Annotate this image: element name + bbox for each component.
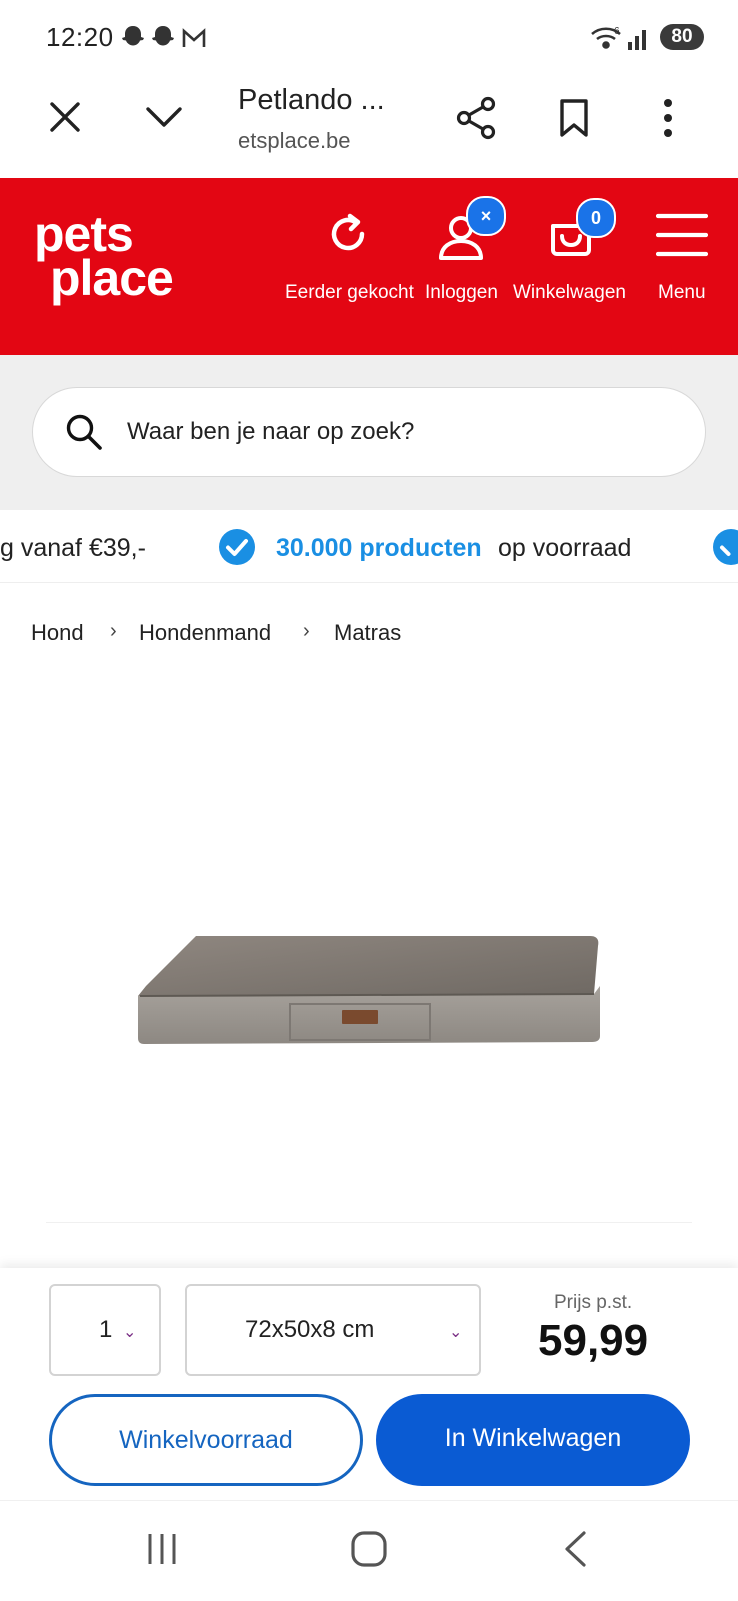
- home-icon[interactable]: [350, 1530, 388, 1568]
- hamburger-icon: [656, 213, 708, 257]
- menu-label: Menu: [658, 282, 706, 303]
- snapchat-ghost-icon: [122, 26, 144, 46]
- chevron-down-icon: ⌄: [123, 1324, 137, 1341]
- usp-free-shipping-text: g vanaf €39,-: [0, 534, 146, 562]
- breadcrumb-separator: ›: [303, 620, 310, 642]
- back-icon[interactable]: [562, 1530, 588, 1568]
- more-vert-icon[interactable]: [662, 98, 674, 138]
- pets-place-logo[interactable]: pets place: [34, 209, 174, 306]
- login-badge: ×: [466, 196, 506, 236]
- connectivity-icons: 6: [591, 26, 646, 50]
- search-bar[interactable]: [32, 387, 706, 477]
- battery-indicator: 80: [660, 24, 704, 50]
- size-value: 72x50x8 cm: [245, 1316, 375, 1343]
- shopping-cart-label: Winkelwagen: [513, 282, 626, 303]
- bookmark-icon[interactable]: [558, 98, 590, 138]
- usp-in-stock-text: op voorraad: [498, 534, 632, 562]
- previously-bought-label: Eerder gekocht: [285, 282, 414, 303]
- check-icon: [713, 529, 738, 565]
- search-icon[interactable]: [65, 413, 103, 451]
- search-input[interactable]: [125, 410, 669, 454]
- page-title[interactable]: Petlando ...: [238, 84, 385, 117]
- check-icon: [219, 529, 255, 565]
- image-divider: [46, 1222, 692, 1223]
- logo-line-place: place: [50, 250, 174, 306]
- snapchat-ghost-icon: [152, 26, 174, 46]
- price-value: 59,99: [538, 1316, 649, 1365]
- quantity-value: 1: [99, 1316, 113, 1343]
- store-stock-button[interactable]: Winkelvoorraad: [49, 1394, 363, 1486]
- chevron-down-icon[interactable]: [144, 104, 184, 130]
- size-select[interactable]: 72x50x8 cm ⌄: [185, 1284, 481, 1376]
- svg-text:6: 6: [614, 26, 620, 37]
- page-url[interactable]: etsplace.be: [238, 128, 351, 154]
- quantity-select[interactable]: 1 ⌄: [49, 1284, 161, 1376]
- gmail-icon: [182, 28, 206, 47]
- price-label: Prijs p.st.: [554, 1292, 633, 1313]
- cart-count-badge: 0: [576, 198, 616, 238]
- product-image-mattress[interactable]: [138, 930, 602, 1058]
- breadcrumb-item-matras[interactable]: Matras: [334, 620, 401, 646]
- breadcrumb-separator: ›: [110, 620, 117, 642]
- close-icon[interactable]: [48, 100, 82, 134]
- share-icon[interactable]: [455, 96, 497, 140]
- notification-icons: [122, 26, 206, 47]
- usp-products-highlight: 30.000 producten: [276, 534, 482, 562]
- chevron-down-icon: ⌄: [449, 1324, 463, 1341]
- breadcrumb-item-hond[interactable]: Hond: [31, 620, 84, 646]
- reload-icon: [331, 213, 365, 251]
- add-to-cart-button[interactable]: In Winkelwagen: [376, 1394, 690, 1486]
- login-label: Inloggen: [425, 282, 498, 303]
- signal-icon: [628, 30, 646, 50]
- status-time: 12:20: [46, 22, 114, 52]
- recent-apps-icon[interactable]: [146, 1532, 178, 1566]
- breadcrumb-item-hondenmand[interactable]: Hondenmand: [139, 620, 271, 646]
